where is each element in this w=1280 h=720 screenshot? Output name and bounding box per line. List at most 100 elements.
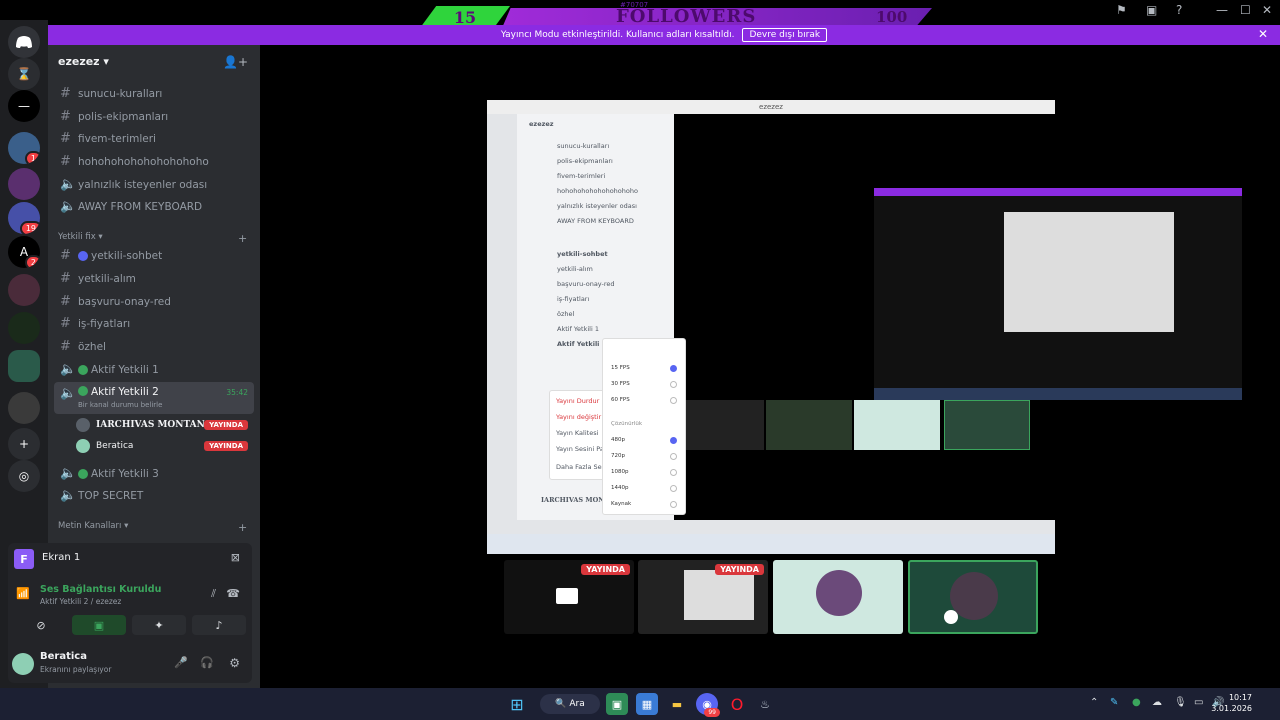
server-ezezez[interactable] (8, 350, 40, 382)
discord-badge: 99 (704, 708, 720, 717)
discord-taskbar-icon[interactable]: ◉ 99 (696, 693, 720, 717)
noise-suppression-icon[interactable]: ⫽ (211, 587, 216, 601)
share-screen-button[interactable]: ▣ (72, 615, 126, 635)
soundboard-button[interactable]: ♪ (192, 615, 246, 635)
settings-gear-icon[interactable]: ⚙ (229, 656, 240, 670)
start-icon[interactable]: ⊞ (506, 693, 528, 715)
server-folder-2[interactable]: 19 (8, 202, 40, 234)
channel-aktif-yetkili-3[interactable]: 🔈 Aktif Yetkili 3 (54, 463, 254, 484)
tray-network-icon[interactable]: ▭ (1194, 697, 1203, 708)
channel-top-secret[interactable]: 🔈 TOP SECRET (54, 485, 254, 506)
server-folder-3[interactable] (8, 392, 40, 424)
disconnect-icon[interactable]: ☎ (226, 587, 240, 600)
channel-status[interactable]: Bir kanal durumu belirle (78, 401, 162, 409)
stream-window-titlebar: ezezez (487, 100, 1055, 114)
speaker-icon: 🔈 (60, 488, 77, 503)
avatar[interactable] (12, 653, 34, 675)
green-dot-icon (78, 468, 88, 479)
server-folder-1[interactable]: 1 (8, 132, 40, 164)
radio-icon (670, 365, 677, 372)
add-server-icon[interactable]: + (8, 428, 40, 460)
avatar (816, 570, 862, 616)
server-a[interactable]: A2 (8, 236, 40, 268)
participant-tile-2[interactable]: YAYINDA (638, 560, 768, 634)
category-metin-kanallari[interactable]: Metin Kanalları ▾ + (58, 521, 247, 534)
channel-yalnizlik[interactable]: 🔈 yalnızlık isteyenler odası (54, 174, 254, 195)
channel-aktif-yetkili-2[interactable]: 🔈 Aktif Yetkili 2 35:42 Bir kanal durumu … (54, 382, 254, 414)
category-yetkili-fix[interactable]: Yetkili fix ▾ + (58, 232, 247, 245)
channel-aktif-yetkili-1[interactable]: 🔈 Aktif Yetkili 1 (54, 359, 254, 380)
channel-yetkili-sohbet[interactable]: # yetkili-sohbet (54, 245, 254, 266)
tray-mic-icon[interactable]: 🎙 (1174, 697, 1187, 708)
window-icon[interactable]: ▣ (1146, 3, 1157, 17)
taskbar-search[interactable]: 🔍 Ara (540, 694, 600, 714)
headphones-icon[interactable]: 🎧 (200, 656, 214, 669)
channel-afk[interactable]: 🔈 AWAY FROM KEYBOARD (54, 196, 254, 217)
server-avatar-1[interactable] (8, 168, 40, 200)
tray-arrow-icon[interactable]: ⌃ (1090, 697, 1098, 708)
folder-icon[interactable]: ▬ (666, 693, 688, 715)
radio-icon (670, 485, 677, 492)
close-banner-icon[interactable]: ✕ (1258, 27, 1268, 41)
maximize-icon[interactable]: ☐ (1240, 3, 1251, 17)
tray-cloud-icon[interactable]: ☁ (1152, 697, 1162, 708)
discord-home-icon[interactable] (8, 26, 40, 58)
participant-tile-3[interactable] (773, 560, 903, 634)
server-avatar-3[interactable] (8, 312, 40, 344)
badge-2: 2 (24, 255, 40, 268)
activities-button[interactable]: ✦ (132, 615, 186, 635)
hash-icon: # (60, 109, 71, 124)
tray-status-icon[interactable]: ● (1132, 697, 1141, 708)
hourglass-icon[interactable]: ⌛ (8, 58, 40, 90)
add-channel-icon[interactable]: + (238, 521, 247, 534)
server-avatar-2[interactable] (8, 274, 40, 306)
camera-off-button[interactable]: ⊘ (14, 615, 68, 635)
voice-user-montana[interactable]: IARCHIVAS MONTANA YAYINDA (76, 415, 248, 435)
signal-icon[interactable]: 📶 (16, 587, 30, 600)
live-badge: YAYINDA (715, 564, 764, 575)
speaker-icon: 🔈 (60, 362, 77, 377)
voice-connection-panel: 📶 Ses Bağlantısı Kuruldu Aktif Yetkili 2… (8, 575, 252, 645)
stream-server-rail (487, 114, 517, 520)
channel-fivem-terimleri[interactable]: # fivem-terimleri (54, 128, 254, 149)
participant-tile-4[interactable] (908, 560, 1038, 634)
voice-channel-link[interactable]: Aktif Yetkili 2 / ezezez (40, 597, 121, 606)
calculator-icon[interactable]: ▦ (636, 693, 658, 715)
app-icon[interactable]: ▣ (606, 693, 628, 715)
channel-yetkili-alim[interactable]: # yetkili-alım (54, 268, 254, 289)
nested-thumb (854, 400, 940, 450)
inbox-icon[interactable]: ⚑ (1116, 3, 1127, 17)
channel-hohoho[interactable]: # hohohohohohohohohoho (54, 151, 254, 172)
invite-icon[interactable]: 👤+ (223, 55, 248, 69)
green-dot-icon (78, 386, 88, 396)
participant-tile-1[interactable]: YAYINDA (504, 560, 634, 634)
add-channel-icon[interactable]: + (238, 232, 247, 245)
minimize-icon[interactable]: — (1216, 3, 1228, 17)
ctx-item: Yayını değiştir (556, 413, 602, 421)
tray-app-icon[interactable]: ✎ (1110, 697, 1118, 708)
channel-ozhel[interactable]: # özhel (54, 336, 254, 357)
nested-purple-banner (874, 188, 1242, 196)
nested-thumb (674, 400, 764, 450)
opera-icon[interactable]: O (726, 693, 748, 715)
stop-screen-icon[interactable]: ⊠ (231, 551, 240, 564)
server-name[interactable]: ezezez ▾ (58, 55, 109, 68)
close-window-icon[interactable]: ✕ (1262, 3, 1272, 17)
stream-channel: yetkili-alım (557, 265, 593, 273)
channel-sunucu-kurallari[interactable]: # sunucu-kuralları (54, 83, 254, 104)
channel-polis-ekipmanlari[interactable]: # polis-ekipmanları (54, 106, 254, 127)
stream-view[interactable]: ezezez ezezez sunucu-kuralları polis-eki… (487, 100, 1242, 554)
channel-is-fiyatlari[interactable]: # iş-fiyatları (54, 313, 254, 334)
stream-channel: fivem-terimleri (557, 172, 606, 180)
stream-channel: hohohohohohohohohoho (557, 187, 638, 195)
help-icon[interactable]: ? (1176, 3, 1182, 17)
disable-streamer-mode-button[interactable]: Devre dışı bırak (742, 28, 828, 42)
voice-user-beratica[interactable]: Beratica YAYINDA (76, 436, 248, 456)
overlay-title: FOLLOWERS (616, 6, 757, 27)
channel-basvuru[interactable]: # başvuru-onay-red (54, 291, 254, 312)
server-black[interactable]: — (8, 90, 40, 122)
steam-icon[interactable]: ♨ (754, 693, 776, 715)
taskbar-clock[interactable]: 10:17 3.01.2026 (1211, 692, 1252, 714)
discover-icon[interactable]: ◎ (8, 460, 40, 492)
microphone-icon[interactable]: 🎤 (174, 656, 188, 669)
